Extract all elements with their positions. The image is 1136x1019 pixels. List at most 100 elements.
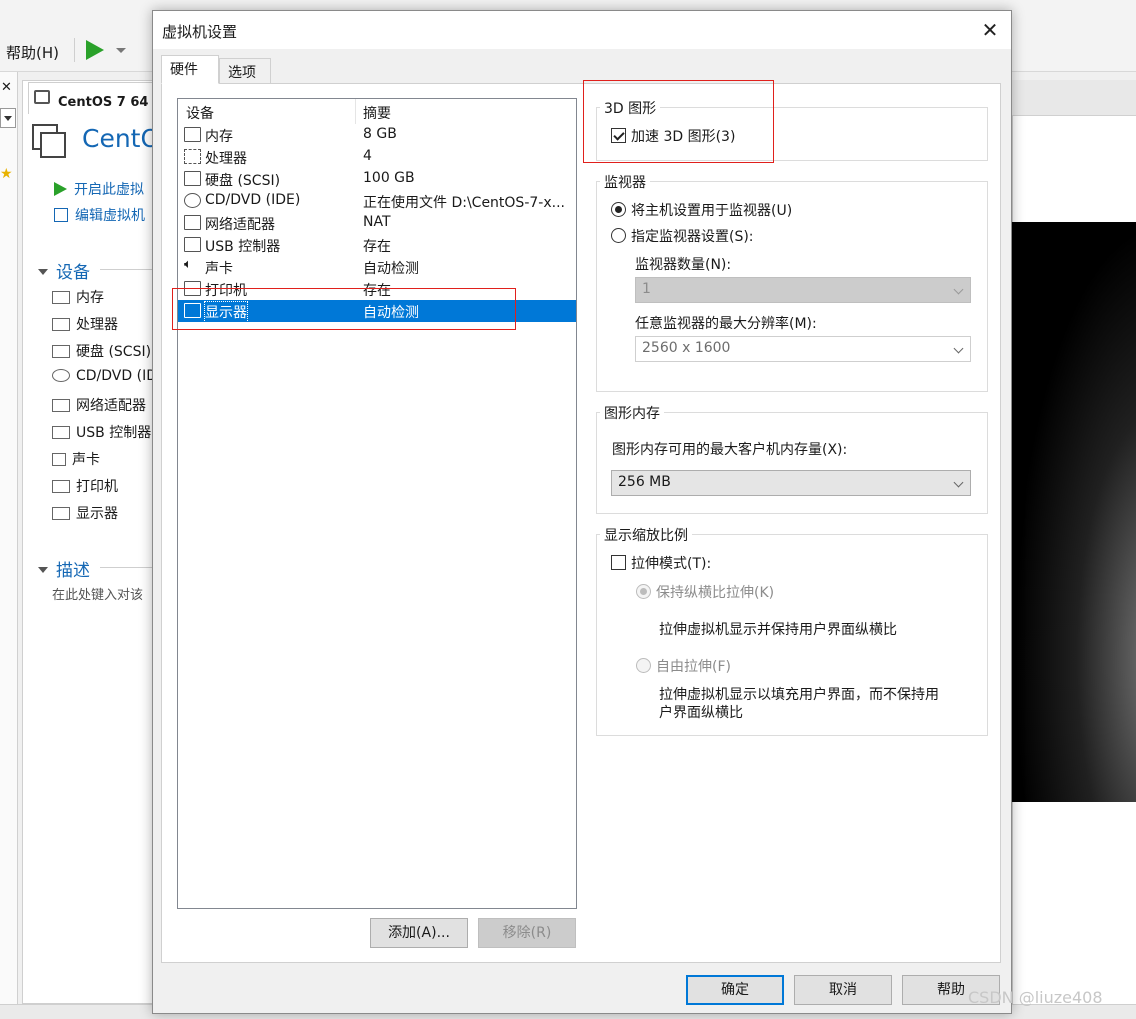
column-device[interactable]: 设备	[186, 103, 214, 123]
close-icon[interactable]: ✕	[979, 19, 1001, 41]
device-row-usb[interactable]: USB 控制器 存在	[178, 234, 576, 256]
speaker-icon	[52, 453, 66, 466]
device-summary: NAT	[363, 214, 391, 230]
bg-device-cd[interactable]: CD/DVD (ID	[52, 368, 157, 384]
use-host-radio[interactable]	[611, 202, 626, 217]
library-strip	[0, 72, 18, 1019]
menu-help[interactable]: 帮助(H)	[6, 42, 59, 63]
section-divider	[100, 567, 152, 568]
bg-device-memory[interactable]: 内存	[52, 287, 104, 307]
free-stretch-radio[interactable]	[636, 658, 651, 673]
section-divider	[100, 269, 152, 270]
dialog-titlebar: 虚拟机设置 ✕	[153, 11, 1011, 49]
monitor-icon	[52, 507, 70, 520]
device-summary: 正在使用文件 D:\CentOS-7-x...	[363, 195, 565, 211]
tab-hardware[interactable]: 硬件	[161, 55, 219, 84]
device-row-network[interactable]: 网络适配器 NAT	[178, 212, 576, 234]
column-summary[interactable]: 摘要	[363, 103, 391, 123]
printer-icon	[184, 281, 201, 296]
bg-device-display[interactable]: 显示器	[52, 503, 118, 523]
free-stretch-description-cont: 户界面纵横比	[659, 705, 743, 721]
max-resolution-value: 2560 x 1600	[642, 340, 731, 356]
device-row-display[interactable]: 显示器 自动检测	[178, 300, 576, 323]
chevron-down-icon[interactable]	[116, 48, 126, 53]
vm-icon	[32, 124, 68, 160]
close-icon[interactable]: ✕	[1, 80, 12, 95]
play-icon[interactable]	[86, 40, 104, 60]
cd-dvd-icon	[184, 193, 201, 208]
device-row-memory[interactable]: 内存 8 GB	[178, 124, 576, 146]
graphics-memory-group	[596, 412, 988, 514]
add-button[interactable]: 添加(A)...	[370, 918, 468, 948]
specify-monitor-label[interactable]: 指定监视器设置(S):	[631, 226, 754, 246]
library-dropdown[interactable]	[0, 108, 16, 128]
tab-options[interactable]: 选项	[219, 58, 271, 84]
monitor-count-label: 监视器数量(N):	[635, 257, 732, 273]
device-name: USB 控制器	[205, 239, 281, 255]
max-resolution-select[interactable]: 2560 x 1600	[635, 336, 971, 362]
device-list-header: 设备 摘要	[178, 99, 576, 124]
monitor-count-select[interactable]: 1	[635, 277, 971, 303]
monitor-count-value: 1	[642, 281, 651, 297]
description-input[interactable]: 在此处键入对该	[52, 584, 143, 603]
device-summary: 自动检测	[363, 305, 419, 321]
keep-aspect-label[interactable]: 保持纵横比拉伸(K)	[656, 582, 774, 602]
device-name: 网络适配器	[205, 217, 275, 233]
device-summary: 存在	[363, 283, 391, 299]
play-icon	[54, 182, 67, 196]
device-row-cd-dvd[interactable]: CD/DVD (IDE) 正在使用文件 D:\CentOS-7-x...	[178, 190, 576, 212]
usb-icon	[184, 237, 201, 252]
bg-device-processor[interactable]: 处理器	[52, 314, 118, 334]
bg-device-usb[interactable]: USB 控制器	[52, 422, 151, 442]
device-name: 声卡	[205, 261, 233, 277]
column-divider[interactable]	[355, 99, 356, 124]
chevron-down-icon	[38, 269, 48, 275]
bg-device-network[interactable]: 网络适配器	[52, 395, 146, 415]
device-summary: 4	[363, 148, 372, 164]
graphics-memory-select[interactable]: 256 MB	[611, 470, 971, 496]
vm-tab-title: CentOS 7 64 位	[58, 95, 166, 110]
dialog-title: 虚拟机设置	[162, 23, 238, 41]
device-name: 内存	[205, 129, 233, 145]
chevron-down-icon	[953, 343, 964, 354]
usb-icon	[52, 426, 70, 439]
edit-vm-link[interactable]: 编辑虚拟机	[54, 205, 145, 225]
vm-screen-preview[interactable]	[1012, 222, 1136, 802]
console-header	[1012, 80, 1136, 116]
hard-disk-icon	[184, 171, 201, 186]
device-row-sound[interactable]: 🔈︎ 声卡 自动检测	[178, 256, 576, 278]
edit-icon	[54, 208, 68, 222]
accelerate-3d-label[interactable]: 加速 3D 图形(3)	[631, 126, 735, 146]
device-summary: 100 GB	[363, 170, 415, 186]
graphics-memory-value: 256 MB	[618, 474, 671, 490]
bg-device-sound[interactable]: 声卡	[52, 449, 100, 469]
device-summary: 存在	[363, 239, 391, 255]
device-summary: 自动检测	[363, 261, 419, 277]
device-row-processor[interactable]: 处理器 4	[178, 146, 576, 168]
free-stretch-description: 拉伸虚拟机显示以填充用户界面，而不保持用	[659, 687, 939, 703]
keep-aspect-radio[interactable]	[636, 584, 651, 599]
accelerate-3d-checkbox[interactable]	[611, 128, 626, 143]
display-scaling-title: 显示缩放比例	[600, 525, 692, 545]
device-row-printer[interactable]: 打印机 存在	[178, 278, 576, 300]
use-host-label[interactable]: 将主机设置用于监视器(U)	[631, 200, 792, 220]
vm-settings-dialog: 虚拟机设置 ✕ 硬件 选项 设备 摘要 内存 8 GB 处理器 4 硬盘 (SC…	[152, 10, 1012, 1014]
remove-button[interactable]: 移除(R)	[478, 918, 576, 948]
cancel-button[interactable]: 取消	[794, 975, 892, 1005]
device-name: 打印机	[205, 283, 247, 299]
stretch-mode-checkbox[interactable]	[611, 555, 626, 570]
power-on-link[interactable]: 开启此虚拟	[54, 179, 144, 199]
bg-device-printer[interactable]: 打印机	[52, 476, 118, 496]
device-row-hard-disk[interactable]: 硬盘 (SCSI) 100 GB	[178, 168, 576, 190]
devices-section[interactable]: 设备	[38, 258, 90, 283]
stretch-mode-label[interactable]: 拉伸模式(T):	[631, 553, 711, 573]
specify-monitor-radio[interactable]	[611, 228, 626, 243]
max-resolution-label: 任意监视器的最大分辨率(M):	[635, 316, 817, 332]
device-list[interactable]: 设备 摘要 内存 8 GB 处理器 4 硬盘 (SCSI) 100 GB CD/…	[177, 98, 577, 909]
chevron-down-icon	[38, 567, 48, 573]
processor-icon	[184, 149, 201, 164]
ok-button[interactable]: 确定	[686, 975, 784, 1005]
free-stretch-label[interactable]: 自由拉伸(F)	[656, 656, 731, 676]
bg-device-hdd[interactable]: 硬盘 (SCSI)	[52, 341, 151, 361]
description-section[interactable]: 描述	[38, 556, 90, 581]
